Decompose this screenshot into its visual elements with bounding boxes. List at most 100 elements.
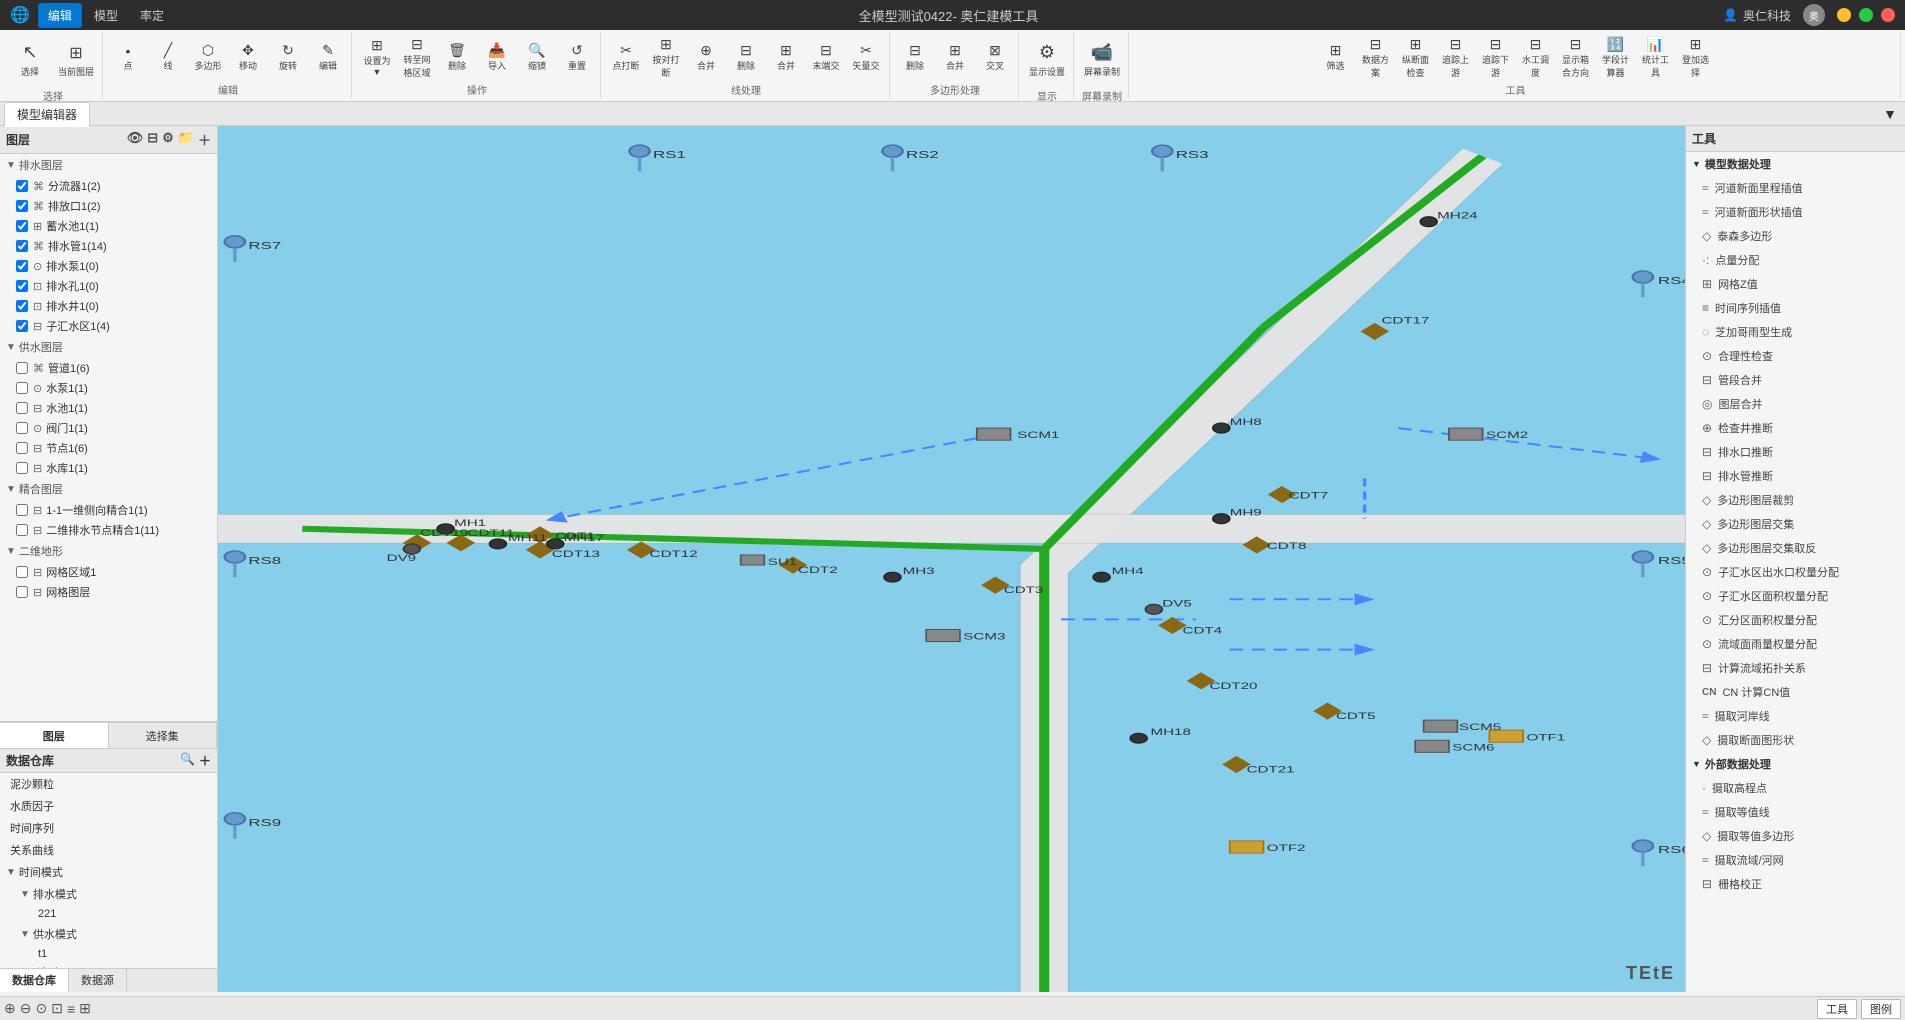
right-item-point-alloc[interactable]: ·: 点量分配 xyxy=(1686,248,1905,272)
zoom-button[interactable]: 🔍 缩镜 xyxy=(518,44,556,70)
layer-divider1-checkbox[interactable] xyxy=(16,180,28,192)
tools-button[interactable]: 工具 xyxy=(1817,999,1857,1019)
layer-drain-hole1[interactable]: ⊡ 排水孔1(0) xyxy=(0,276,217,296)
panel-tab-selection[interactable]: 选择集 xyxy=(109,723,218,748)
union-button[interactable]: ⊞ 合并 xyxy=(936,44,974,70)
right-item-manhole-infer[interactable]: ⊕ 检查井推断 xyxy=(1686,416,1905,440)
display-settings-button[interactable]: ⚙ 显示设置 xyxy=(1025,34,1069,86)
layer-two-drain-merge[interactable]: ⊟ 二维排水节点精合1(11) xyxy=(0,520,217,540)
map-area[interactable]: MH1 MH11 MH17 MH3 MH4 MH9 MH8 MH24 MH18 … xyxy=(218,126,1685,992)
right-item-elev-extract[interactable]: · 摄取高程点 xyxy=(1686,776,1905,800)
right-item-grid-z[interactable]: ⊞ 网格Z值 xyxy=(1686,272,1905,296)
layer-group-drainage-title[interactable]: ▼ 排水图层 xyxy=(0,154,217,176)
layer-drain-pump1-checkbox[interactable] xyxy=(16,260,28,272)
data-item-sediment[interactable]: 泥沙颗粒 xyxy=(0,773,217,795)
zoom-home-icon[interactable]: ⊡ xyxy=(51,1000,63,1017)
layers-settings-icon[interactable]: ⚙ xyxy=(162,130,174,149)
eye-icon[interactable]: 👁 xyxy=(127,130,144,149)
layer-grid-zone1[interactable]: ⊟ 网格区域1 xyxy=(0,562,217,582)
data-group-drainmode-title[interactable]: ▼ 排水模式 xyxy=(14,883,217,905)
data-item-221[interactable]: 221 xyxy=(28,905,217,923)
snap-grid-button[interactable]: ⊟ 转至网格区域 xyxy=(398,44,436,70)
point-button[interactable]: • 点 xyxy=(109,44,147,70)
layer-grid-zone1-checkbox[interactable] xyxy=(16,566,28,578)
layer-drain-pump1[interactable]: ⊙ 排水泵1(0) xyxy=(0,256,217,276)
layer-pump1[interactable]: ⊙ 水泵1(1) xyxy=(0,378,217,398)
right-group-external-title[interactable]: 外部数据处理 xyxy=(1686,752,1905,776)
click-break-button[interactable]: ✂ 点打断 xyxy=(607,44,645,70)
layer-joint1-checkbox[interactable] xyxy=(16,442,28,454)
layer-valve1[interactable]: ⊙ 阀门1(1) xyxy=(0,418,217,438)
move-button[interactable]: ✥ 移动 xyxy=(229,44,267,70)
layer-tank-w1-checkbox[interactable] xyxy=(16,402,28,414)
layer-reservoir1-checkbox[interactable] xyxy=(16,462,28,474)
right-item-grid-correct[interactable]: ⊟ 栅格校正 xyxy=(1686,872,1905,896)
data-group-supplymode-title[interactable]: ▼ 供水模式 xyxy=(14,923,217,945)
screen-record-button[interactable]: 📹 屏幕录制 xyxy=(1080,34,1124,86)
right-item-sub-area-alloc[interactable]: ⊙ 子汇水区面积权量分配 xyxy=(1686,584,1905,608)
select-button[interactable]: ↖ 选择 xyxy=(8,34,52,86)
right-item-chicago-rain[interactable]: ◌ 芝加哥雨型生成 xyxy=(1686,320,1905,344)
data-plan-button[interactable]: ⊟ 数据方案 xyxy=(1357,44,1395,70)
current-layer-button[interactable]: ⊞ 当前图层 xyxy=(54,34,98,86)
rotate-button[interactable]: ↻ 旋转 xyxy=(269,44,307,70)
zoom-in-icon[interactable]: ⊕ xyxy=(4,1000,16,1017)
trace-down-button[interactable]: ⊟ 追踪下游 xyxy=(1477,44,1515,70)
import-button[interactable]: 📥 导入 xyxy=(478,44,516,70)
layer-valve1-checkbox[interactable] xyxy=(16,422,28,434)
layer-tank1-checkbox[interactable] xyxy=(16,220,28,232)
close-button[interactable]: ✕ xyxy=(1881,8,1895,22)
layer-one-two-merge-checkbox[interactable] xyxy=(16,504,28,516)
trim-button[interactable]: ✂ 矢量交 xyxy=(847,44,885,70)
right-item-sub-outlet-alloc[interactable]: ⊙ 子汇水区出水口权量分配 xyxy=(1686,560,1905,584)
data-group-timemode-title[interactable]: ▼ 时间模式 xyxy=(0,861,217,883)
polygon-button[interactable]: ⬡ 多边形 xyxy=(189,44,227,70)
layer-group-supply-title[interactable]: ▼ 供水图层 xyxy=(0,336,217,358)
layer-list-icon[interactable]: ⊞ xyxy=(79,1000,91,1017)
add-layer-icon[interactable]: 📁 xyxy=(178,130,194,149)
set-as-button[interactable]: ⊞ 设置为▼ xyxy=(358,44,396,70)
zoom-fit-icon[interactable]: ⊙ xyxy=(35,1000,47,1017)
right-group-model-data-title[interactable]: 模型数据处理 xyxy=(1686,152,1905,176)
layer-drain1[interactable]: ⌘ 排放口1(2) xyxy=(0,196,217,216)
right-item-outfall-infer[interactable]: ⊟ 排水口推断 xyxy=(1686,440,1905,464)
query-button[interactable]: ⊟ 删除 xyxy=(727,44,765,70)
login-add-button[interactable]: ⊞ 登加选择 xyxy=(1677,44,1715,70)
data-search-icon[interactable]: 🔍 xyxy=(180,752,195,769)
layer-pipe1-checkbox[interactable] xyxy=(16,362,28,374)
layer-tank1[interactable]: ⊞ 蓄水池1(1) xyxy=(0,216,217,236)
source-tab-warehouse[interactable]: 数据仓库 xyxy=(0,969,69,992)
right-item-thiessen[interactable]: ◇ 泰森多边形 xyxy=(1686,224,1905,248)
grid-toggle-icon[interactable]: ≡ xyxy=(67,1001,75,1017)
right-item-section-extract[interactable]: ◇ 摄取断面图形状 xyxy=(1686,728,1905,752)
right-item-poly-intersect[interactable]: ◇ 多边形图层交集 xyxy=(1686,512,1905,536)
layer-drain-well1[interactable]: ⊡ 排水井1(0) xyxy=(0,296,217,316)
filter-icon[interactable]: ⊟ xyxy=(147,130,158,149)
panel-tab-layers[interactable]: 图层 xyxy=(0,723,109,748)
stat-calc-button[interactable]: 📊 统计工具 xyxy=(1637,44,1675,70)
combine-button[interactable]: ⊞ 合并 xyxy=(767,44,805,70)
section-check-button[interactable]: ⊞ 纵断面检查 xyxy=(1397,44,1435,70)
layer-sub-catchment1[interactable]: ⊟ 子汇水区1(4) xyxy=(0,316,217,336)
extend-button[interactable]: ⊟ 末端交 xyxy=(807,44,845,70)
menu-edit[interactable]: 编辑 xyxy=(38,3,82,28)
right-item-poly-clip[interactable]: ◇ 多边形图层裁剪 xyxy=(1686,488,1905,512)
right-item-contour-extract[interactable]: ≈ 摄取等值线 xyxy=(1686,800,1905,824)
layer-tank-w1[interactable]: ⊟ 水池1(1) xyxy=(0,398,217,418)
align-break-button[interactable]: ⊞ 按对打断 xyxy=(647,44,685,70)
dissolve-button[interactable]: ⊟ 删除 xyxy=(896,44,934,70)
minimize-button[interactable]: — xyxy=(1837,8,1851,22)
tab-model-editor[interactable]: 模型编辑器 xyxy=(4,102,90,127)
layer-pipe1[interactable]: ⌘ 管道1(6) xyxy=(0,358,217,378)
right-item-river-shape-interp[interactable]: ≈ 河道新面形状插值 xyxy=(1686,200,1905,224)
tab-dropdown-icon[interactable]: ▼ xyxy=(1883,106,1897,122)
reset-button[interactable]: ↺ 重置 xyxy=(558,44,596,70)
delete-button[interactable]: 🗑 删除 xyxy=(438,44,476,70)
menu-model[interactable]: 模型 xyxy=(84,3,128,28)
layer-one-two-merge[interactable]: ⊟ 1-1一维侧向精合1(1) xyxy=(0,500,217,520)
source-tab-source[interactable]: 数据源 xyxy=(69,969,127,992)
water-depth-button[interactable]: ⊟ 水工调度 xyxy=(1517,44,1555,70)
layer-reservoir1[interactable]: ⊟ 水库1(1) xyxy=(0,458,217,478)
layer-drain-well1-checkbox[interactable] xyxy=(16,300,28,312)
right-item-watershed-extract[interactable]: ≈ 摄取流域/河网 xyxy=(1686,848,1905,872)
